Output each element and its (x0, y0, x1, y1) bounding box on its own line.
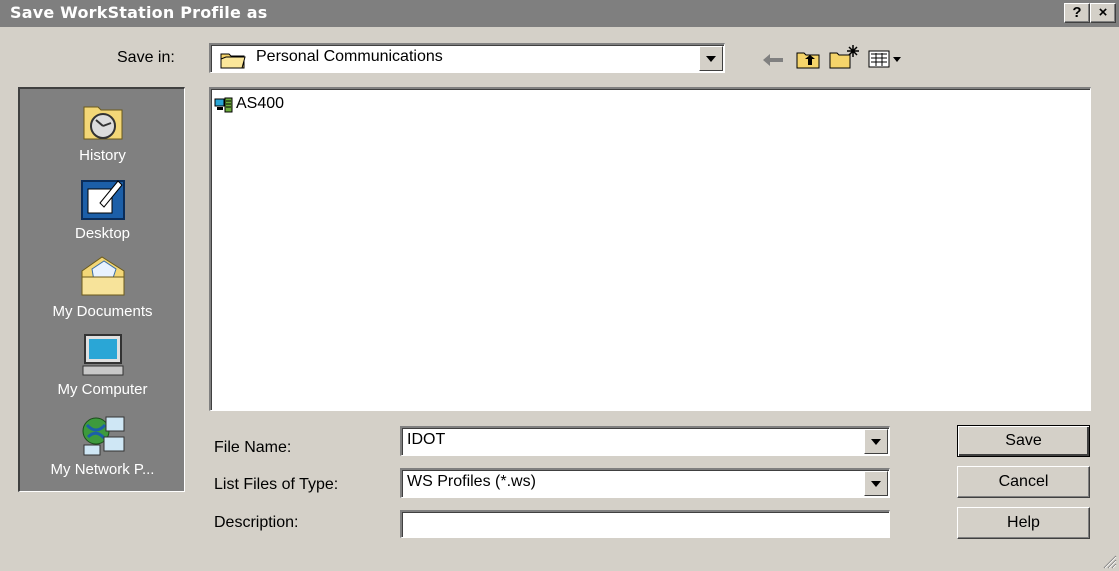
history-icon (83, 106, 122, 140)
save-in-label: Save in: (117, 49, 175, 66)
place-label: My Documents (52, 303, 153, 320)
place-history[interactable]: History (20, 99, 185, 164)
place-my-network[interactable]: My Network P... (20, 413, 185, 478)
cancel-button[interactable]: Cancel (957, 466, 1090, 498)
resize-grip-icon[interactable] (1101, 553, 1117, 569)
chevron-down-icon[interactable] (864, 429, 888, 454)
chevron-down-icon[interactable] (864, 471, 888, 496)
places-bar: History Desktop My Documents My Computer… (18, 87, 185, 492)
back-arrow-icon[interactable] (762, 53, 784, 67)
place-my-computer[interactable]: My Computer (20, 333, 185, 398)
file-list[interactable]: AS400 (209, 87, 1091, 411)
folder-icon (220, 53, 246, 69)
place-label: My Network P... (50, 461, 155, 478)
file-type-label: List Files of Type: (214, 476, 339, 493)
file-name-label: File Name: (214, 439, 292, 456)
file-name-value: IDOT (407, 431, 446, 448)
place-label: My Computer (57, 381, 148, 398)
save-button[interactable]: Save (957, 425, 1090, 457)
file-name-field[interactable]: IDOT (400, 426, 890, 456)
place-label: Desktop (74, 225, 131, 242)
description-field[interactable] (400, 510, 890, 538)
title-bar[interactable]: Save WorkStation Profile as ? × (0, 0, 1119, 27)
up-folder-icon[interactable] (795, 48, 821, 70)
place-my-documents[interactable]: My Documents (20, 255, 185, 320)
save-in-dropdown[interactable]: Personal Communications (209, 43, 725, 73)
desktop-icon (80, 180, 125, 220)
file-type-dropdown[interactable]: WS Profiles (*.ws) (400, 468, 890, 498)
dialog-title: Save WorkStation Profile as (10, 3, 268, 22)
workstation-profile-icon (214, 97, 233, 113)
close-button[interactable]: × (1090, 3, 1116, 23)
my-network-places-icon (82, 416, 124, 456)
file-type-value: WS Profiles (*.ws) (407, 473, 536, 490)
place-label: History (79, 147, 126, 164)
my-documents-icon (81, 256, 124, 296)
new-folder-icon[interactable] (828, 44, 860, 70)
chevron-down-icon[interactable] (699, 46, 723, 71)
place-desktop[interactable]: Desktop (20, 177, 185, 242)
save-in-value: Personal Communications (256, 48, 443, 65)
my-computer-icon (82, 334, 123, 376)
help-button[interactable]: Help (957, 507, 1090, 539)
view-menu-icon[interactable] (868, 49, 904, 69)
save-dialog: Save WorkStation Profile as ? × Save in:… (0, 0, 1119, 571)
file-name: AS400 (236, 95, 285, 112)
help-title-button[interactable]: ? (1064, 3, 1090, 23)
description-label: Description: (214, 514, 299, 531)
